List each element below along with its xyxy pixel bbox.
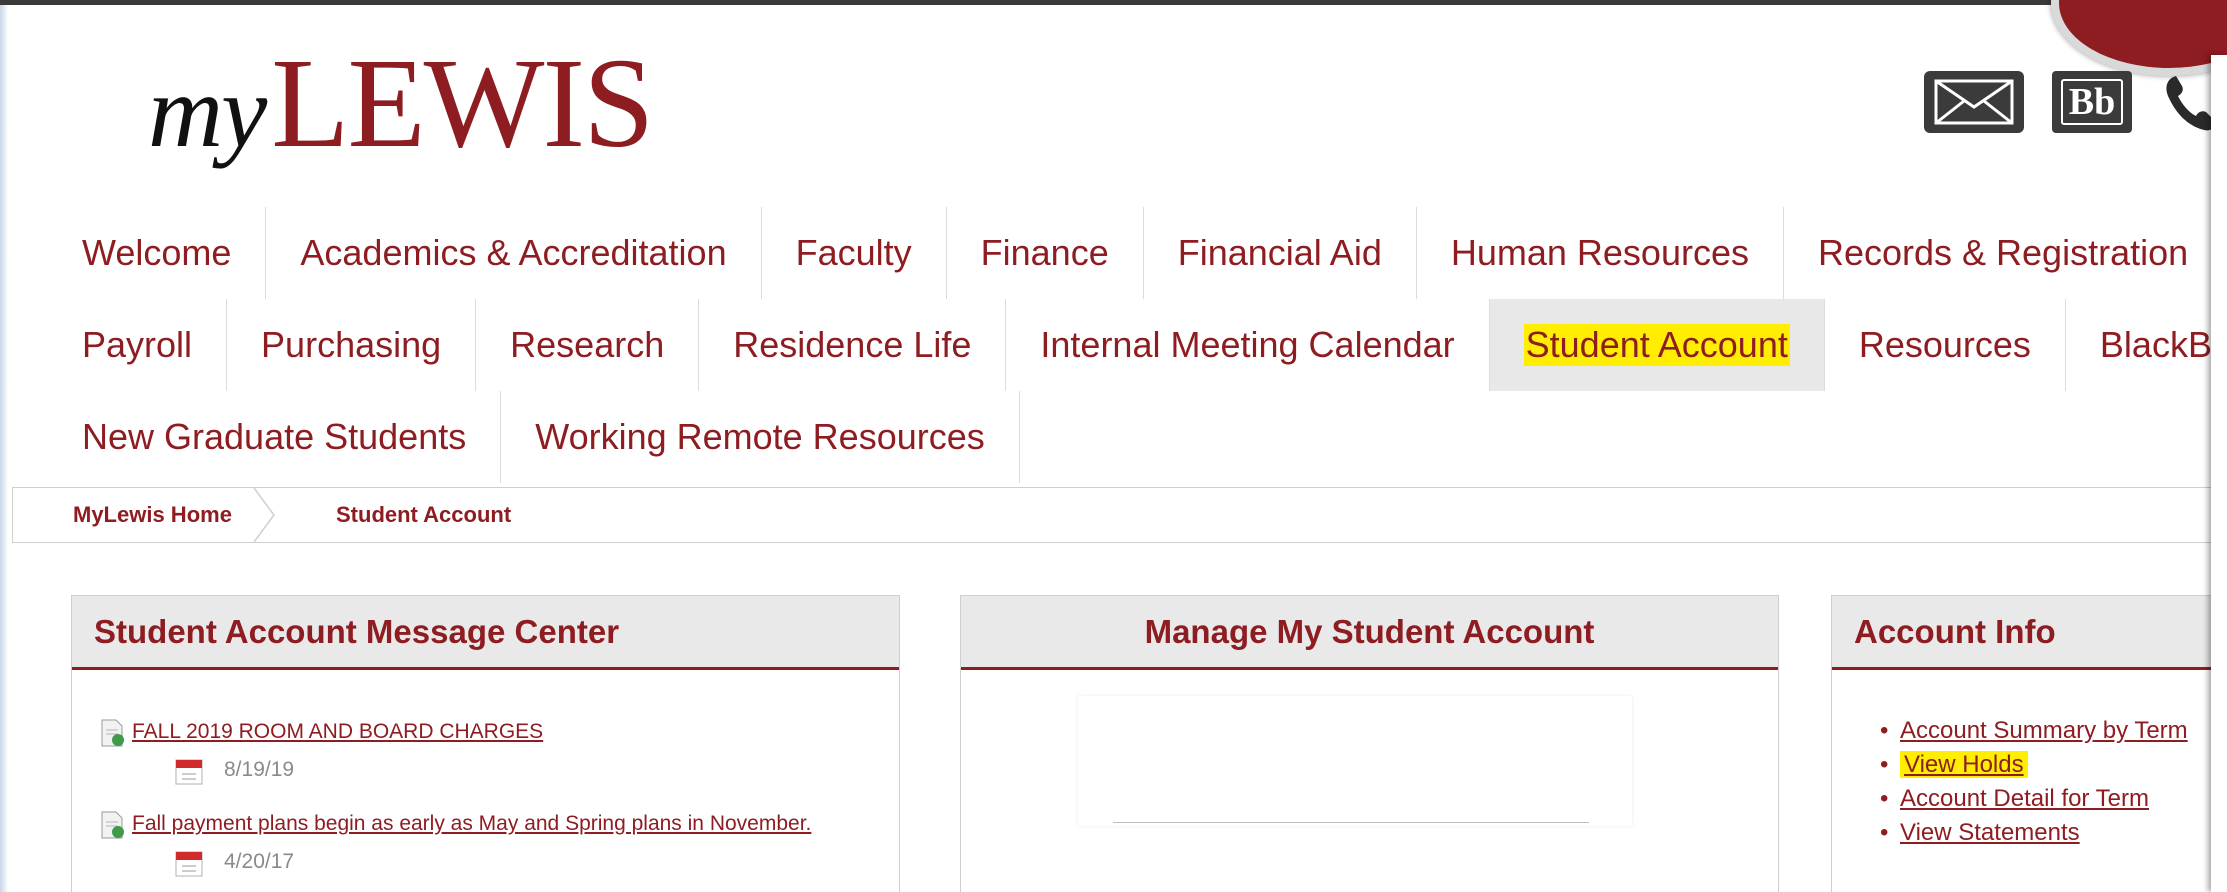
nav-item-academics[interactable]: Academics & Accreditation bbox=[266, 207, 762, 299]
nav-item-working-remote[interactable]: Working Remote Resources bbox=[501, 391, 1020, 483]
nav-item-financial-aid[interactable]: Financial Aid bbox=[1144, 207, 1417, 299]
window-right-edge bbox=[2211, 55, 2227, 892]
manage-account-content bbox=[1078, 696, 1632, 826]
nav-item-purchasing[interactable]: Purchasing bbox=[227, 299, 477, 391]
message-link[interactable]: Fall payment plans begin as early as May… bbox=[132, 812, 811, 836]
nav-item-student-account-label: Student Account bbox=[1523, 324, 1790, 366]
account-info-panel: Account Info • Account Summary by Term • V… bbox=[1831, 595, 2227, 892]
corner-decoration bbox=[2051, 0, 2227, 76]
nav-item-resources[interactable]: Resources bbox=[1825, 299, 2066, 391]
nav-item-finance[interactable]: Finance bbox=[947, 207, 1144, 299]
calendar-icon bbox=[175, 759, 203, 785]
list-item: • View Holds bbox=[1880, 748, 2188, 782]
breadcrumb-home[interactable]: MyLewis Home bbox=[12, 488, 260, 542]
account-summary-link[interactable]: Account Summary by Term bbox=[1900, 717, 2188, 744]
blackboard-icon-label: Bb bbox=[2060, 79, 2124, 125]
view-statements-link[interactable]: View Statements bbox=[1900, 819, 2080, 846]
list-item: • Account Summary by Term bbox=[1880, 717, 2188, 744]
nav-item-welcome[interactable]: Welcome bbox=[60, 207, 267, 299]
message-center-title: Student Account Message Center bbox=[72, 596, 899, 670]
breadcrumb-separator-icon bbox=[253, 488, 275, 542]
account-info-title: Account Info bbox=[1832, 596, 2226, 670]
nav-item-new-grad-students[interactable]: New Graduate Students bbox=[60, 391, 502, 483]
nav-row-1: Welcome Academics & Accreditation Facult… bbox=[60, 207, 2227, 299]
logo-lewis: LEWIS bbox=[271, 32, 654, 174]
nav-item-research[interactable]: Research bbox=[476, 299, 700, 391]
logo-my: my bbox=[148, 54, 267, 169]
breadcrumb-current: Student Account bbox=[336, 502, 512, 527]
message-center-panel: Student Account Message Center FALL 2019… bbox=[71, 595, 900, 892]
document-icon bbox=[101, 719, 124, 747]
nav-item-faculty[interactable]: Faculty bbox=[762, 207, 947, 299]
message-link[interactable]: FALL 2019 ROOM AND BOARD CHARGES bbox=[132, 720, 543, 744]
window-left-edge bbox=[0, 5, 8, 892]
account-detail-link[interactable]: Account Detail for Term bbox=[1900, 785, 2149, 812]
manage-account-panel: Manage My Student Account bbox=[960, 595, 1779, 892]
nav-row-3: New Graduate Students Working Remote Res… bbox=[60, 391, 2227, 483]
view-holds-highlight: View Holds bbox=[1900, 751, 2028, 778]
nav-item-residence-life[interactable]: Residence Life bbox=[699, 299, 1007, 391]
nav-item-human-resources[interactable]: Human Resources bbox=[1417, 207, 1784, 299]
calendar-icon bbox=[175, 851, 203, 877]
main-nav: Welcome Academics & Accreditation Facult… bbox=[60, 207, 2227, 483]
message-date: 4/20/17 bbox=[224, 850, 295, 873]
window-top-border bbox=[0, 0, 2227, 5]
view-holds-link[interactable]: View Holds bbox=[1904, 751, 2024, 778]
blackboard-icon[interactable]: Bb bbox=[2052, 71, 2132, 133]
divider bbox=[1113, 822, 1589, 823]
mylewis-logo[interactable]: myLEWIS bbox=[148, 38, 654, 169]
nav-item-meeting-calendar[interactable]: Internal Meeting Calendar bbox=[1006, 299, 1490, 391]
header-icons: Bb bbox=[1924, 70, 2220, 134]
nav-item-blackboard[interactable]: BlackBoar bbox=[2066, 299, 2227, 391]
document-icon bbox=[101, 811, 124, 839]
mail-icon[interactable] bbox=[1924, 71, 2024, 133]
manage-account-title: Manage My Student Account bbox=[961, 596, 1778, 670]
nav-item-payroll[interactable]: Payroll bbox=[60, 299, 228, 391]
account-info-links: • Account Summary by Term • View Holds • Ac… bbox=[1880, 714, 2188, 850]
list-item: • View Statements bbox=[1880, 819, 2080, 846]
message-date: 8/19/19 bbox=[224, 758, 295, 781]
breadcrumb: MyLewis Home Student Account bbox=[12, 487, 2227, 543]
nav-item-student-account[interactable]: Student Account bbox=[1489, 299, 1825, 391]
nav-row-2: Payroll Purchasing Research Residence Li… bbox=[60, 299, 2227, 391]
nav-item-records-registration[interactable]: Records & Registration bbox=[1784, 207, 2224, 299]
list-item: • Account Detail for Term bbox=[1880, 785, 2149, 812]
